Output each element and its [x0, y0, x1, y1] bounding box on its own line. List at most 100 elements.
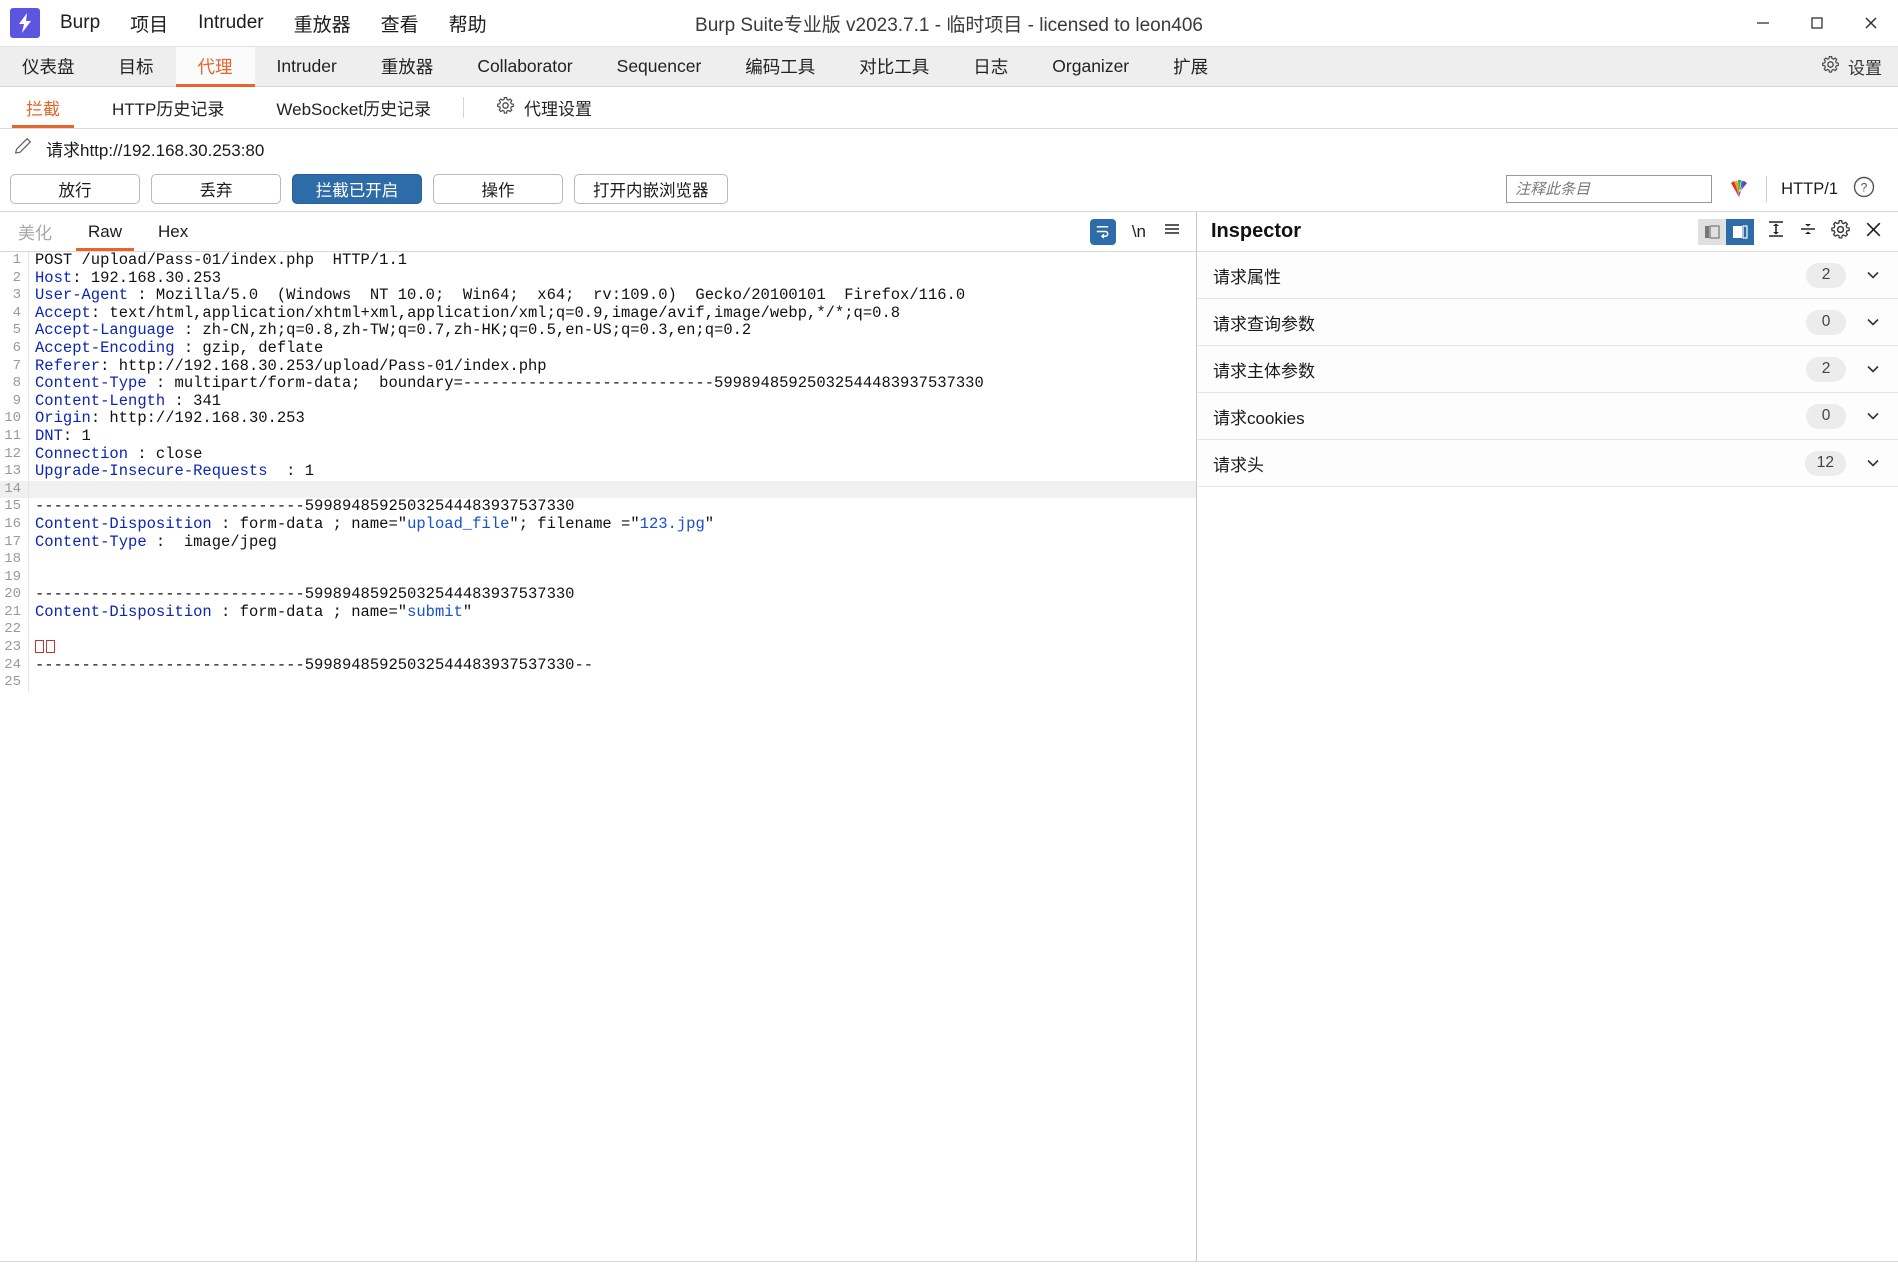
action-bar: 放行 丢弃 拦截已开启 操作 打开内嵌浏览器 HTTP/1 ? — [0, 167, 1898, 211]
tab-organizer[interactable]: Organizer — [1030, 47, 1151, 86]
inspector-section-label: 请求查询参数 — [1213, 314, 1315, 334]
inspector-section-row[interactable]: 请求查询参数 0 — [1197, 299, 1898, 346]
subtab-http-history[interactable]: HTTP历史记录 — [86, 87, 250, 128]
line-number: 7 — [12, 357, 21, 374]
code-line-text: -----------------------------59989485925… — [28, 585, 1196, 604]
editor-tab-hex[interactable]: Hex — [140, 212, 206, 251]
code-line: 12 Connection : close — [0, 445, 1196, 464]
newline-toggle[interactable]: \n — [1132, 222, 1146, 242]
divider — [1766, 176, 1768, 202]
code-line-text: Content-Type : image/jpeg — [28, 533, 1196, 552]
open-browser-button[interactable]: 打开内嵌浏览器 — [574, 174, 728, 204]
line-number: 16 — [4, 515, 21, 532]
highlighter-icon[interactable] — [1726, 174, 1752, 205]
tab-proxy[interactable]: 代理 — [175, 47, 255, 87]
tab-intruder[interactable]: Intruder — [255, 47, 359, 86]
word-wrap-icon[interactable] — [1089, 218, 1116, 245]
code-line: 3 User-Agent : Mozilla/5.0 (Windows NT 10… — [0, 286, 1196, 305]
action-button[interactable]: 操作 — [433, 174, 563, 204]
menu-item-project[interactable]: 项目 — [130, 10, 168, 37]
code-line: 8 Content-Type : multipart/form-data; bou… — [0, 374, 1196, 393]
menu-item-burp[interactable]: Burp — [60, 12, 100, 34]
hamburger-menu-icon[interactable] — [1162, 219, 1182, 244]
inspector-section-count: 2 — [1806, 356, 1846, 382]
drop-button[interactable]: 丢弃 — [151, 174, 281, 204]
forward-button[interactable]: 放行 — [10, 174, 140, 204]
settings-label: 设置 — [1848, 59, 1882, 78]
line-number: 22 — [4, 621, 21, 638]
menu-item-help[interactable]: 帮助 — [449, 10, 487, 37]
code-line-text — [28, 674, 1196, 692]
code-line-text — [28, 551, 1196, 569]
line-number: 24 — [4, 656, 21, 673]
code-line: 5 Accept-Language : zh-CN,zh;q=0.8,zh-TW;… — [0, 322, 1196, 340]
line-number: 3 — [12, 287, 21, 304]
inspector-section-row[interactable]: 请求cookies 0 — [1197, 393, 1898, 440]
line-number: 23 — [4, 639, 21, 656]
chevron-down-icon[interactable] — [1864, 266, 1882, 284]
tab-decoder[interactable]: 编码工具 — [723, 47, 837, 86]
layout-right-icon[interactable] — [1726, 218, 1754, 245]
note-input[interactable] — [1506, 175, 1713, 203]
close-icon[interactable] — [1844, 0, 1898, 47]
minimize-icon[interactable] — [1736, 0, 1790, 47]
inspector-section-row[interactable]: 请求主体参数 2 — [1197, 346, 1898, 393]
inspector-pane: Inspector 请求属性 2 请求查询参数 0 请求主体参数 2 请求coo… — [1196, 212, 1898, 1261]
code-lines: 1 POST /upload/Pass-01/index.php HTTP/1.1… — [0, 252, 1196, 692]
unrendered-char-box — [46, 640, 55, 654]
tab-target[interactable]: 目标 — [97, 47, 176, 86]
subtab-intercept[interactable]: 拦截 — [0, 87, 86, 128]
request-code-area[interactable]: 1 POST /upload/Pass-01/index.php HTTP/1.1… — [0, 252, 1196, 1261]
menu-item-intruder[interactable]: Intruder — [198, 12, 263, 34]
code-line: 25 — [0, 674, 1196, 692]
code-line: 21 Content-Disposition : form-data ; name… — [0, 603, 1196, 622]
code-line-text: Referer: http://192.168.30.253/upload/Pa… — [28, 357, 1196, 376]
inspector-sections: 请求属性 2 请求查询参数 0 请求主体参数 2 请求cookies 0 请求头 12 — [1197, 252, 1898, 487]
line-number: 2 — [12, 269, 21, 286]
code-line: 11 DNT: 1 — [0, 427, 1196, 446]
line-number: 21 — [4, 603, 21, 620]
menu-item-repeater[interactable]: 重放器 — [294, 10, 351, 37]
tab-comparer[interactable]: 对比工具 — [837, 47, 951, 86]
tab-logger[interactable]: 日志 — [951, 47, 1030, 86]
chevron-down-icon[interactable] — [1864, 360, 1882, 378]
tab-extensions[interactable]: 扩展 — [1151, 47, 1230, 86]
code-line-text: POST /upload/Pass-01/index.php HTTP/1.1 — [28, 252, 1196, 270]
tab-repeater[interactable]: 重放器 — [359, 47, 456, 86]
inspector-section-row[interactable]: 请求属性 2 — [1197, 252, 1898, 299]
code-line: 23 — [0, 639, 1196, 657]
line-number: 11 — [4, 427, 21, 444]
editor-tab-pretty[interactable]: 美化 — [0, 212, 70, 251]
collapse-all-icon[interactable] — [1798, 219, 1818, 244]
maximize-icon[interactable] — [1790, 0, 1844, 47]
line-number: 12 — [4, 445, 21, 462]
chevron-down-icon[interactable] — [1864, 407, 1882, 425]
code-line-text: User-Agent : Mozilla/5.0 (Windows NT 10.… — [28, 286, 1196, 305]
subtab-websocket-history[interactable]: WebSocket历史记录 — [250, 87, 457, 128]
tab-sequencer[interactable]: Sequencer — [595, 47, 724, 86]
code-line: 16 Content-Disposition : form-data ; name… — [0, 515, 1196, 534]
chevron-down-icon[interactable] — [1864, 313, 1882, 331]
tab-dashboard[interactable]: 仪表盘 — [0, 47, 97, 86]
http-version-label: HTTP/1 — [1781, 179, 1838, 198]
chevron-down-icon[interactable] — [1864, 454, 1882, 472]
editor-tab-raw[interactable]: Raw — [70, 212, 140, 251]
menu-item-view[interactable]: 查看 — [381, 10, 419, 37]
code-line-text: Content-Length : 341 — [28, 392, 1196, 411]
gear-icon[interactable] — [1830, 219, 1851, 245]
expand-all-icon[interactable] — [1766, 219, 1786, 244]
proxy-settings-button[interactable]: 代理设置 — [470, 87, 618, 128]
inspector-section-row[interactable]: 请求头 12 — [1197, 440, 1898, 487]
help-icon[interactable]: ? — [1852, 175, 1876, 204]
layout-left-icon[interactable] — [1698, 218, 1726, 245]
window-controls — [1736, 0, 1898, 46]
close-icon[interactable] — [1863, 219, 1884, 245]
tab-collaborator[interactable]: Collaborator — [455, 47, 594, 86]
inspector-header: Inspector — [1197, 212, 1898, 252]
code-line-text: Accept-Encoding : gzip, deflate — [28, 339, 1196, 358]
intercept-toggle-button[interactable]: 拦截已开启 — [292, 174, 422, 204]
code-line-text: DNT: 1 — [28, 427, 1196, 446]
settings-button[interactable]: 设置 — [1805, 47, 1898, 86]
code-line: 14 — [0, 480, 1196, 499]
divider — [463, 97, 465, 118]
